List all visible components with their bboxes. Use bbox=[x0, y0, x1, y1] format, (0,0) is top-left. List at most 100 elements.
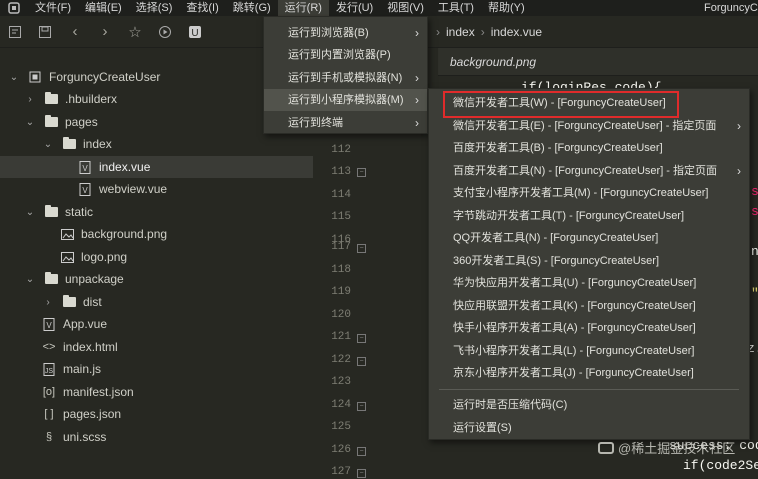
menu-item-label: QQ开发者工具(N) - [ForguncyCreateUser] bbox=[453, 232, 659, 244]
menu-view[interactable]: 视图(V) bbox=[380, 0, 431, 16]
menu-item-run-miniprogram[interactable]: 运行到小程序模拟器(M) › bbox=[264, 89, 427, 111]
miniprogram-submenu: 微信开发者工具(W) - [ForguncyCreateUser] 微信开发者工… bbox=[428, 88, 750, 440]
tree-item-logo-png[interactable]: logo.png bbox=[0, 246, 313, 268]
svg-text:V: V bbox=[46, 321, 52, 330]
tree-item-label: ForguncyCreateUser bbox=[49, 70, 161, 84]
submenu-item-huawei[interactable]: 华为快应用开发者工具(U) - [ForguncyCreateUser] bbox=[429, 272, 749, 294]
menu-select[interactable]: 选择(S) bbox=[129, 0, 180, 16]
menu-item-label: 飞书小程序开发者工具(L) - [ForguncyCreateUser] bbox=[453, 345, 695, 357]
breadcrumb-item-folder[interactable]: index bbox=[446, 25, 475, 39]
submenu-item-run-settings[interactable]: 运行设置(S) bbox=[429, 417, 749, 439]
fold-toggle-icon[interactable]: − bbox=[357, 244, 366, 253]
menu-find[interactable]: 查找(I) bbox=[179, 0, 225, 16]
submenu-item-baidu-page[interactable]: 百度开发者工具(N) - [ForguncyCreateUser] - 指定页面… bbox=[429, 160, 749, 182]
tree-item-label: App.vue bbox=[63, 317, 108, 331]
tree-item-index-html[interactable]: <> index.html bbox=[0, 336, 313, 358]
forward-icon[interactable]: › bbox=[90, 16, 120, 48]
svg-text:V: V bbox=[82, 164, 88, 173]
submenu-item-jd[interactable]: 京东小程序开发者工具(J) - [ForguncyCreateUser] bbox=[429, 362, 749, 384]
tree-item-label: logo.png bbox=[81, 250, 128, 264]
menu-item-label: 运行时是否压缩代码(C) bbox=[453, 399, 568, 411]
tree-item-label: pages bbox=[65, 115, 98, 129]
vue-file-icon: V bbox=[42, 317, 56, 331]
back-icon[interactable]: ‹ bbox=[60, 16, 90, 48]
submenu-item-bytedance[interactable]: 字节跳动开发者工具(T) - [ForguncyCreateUser] bbox=[429, 205, 749, 227]
line-number: 124 bbox=[331, 399, 351, 411]
svg-text:U: U bbox=[191, 28, 198, 39]
menu-item-label: 快应用联盟开发者工具(K) - [ForguncyCreateUser] bbox=[453, 300, 696, 312]
fold-toggle-icon[interactable]: − bbox=[357, 469, 366, 478]
tree-item-index-vue[interactable]: V index.vue bbox=[0, 156, 313, 178]
menu-item-run-phone-emulator[interactable]: 运行到手机或模拟器(N) › bbox=[264, 67, 427, 89]
menu-run[interactable]: 运行(R) bbox=[277, 0, 329, 16]
fold-toggle-icon[interactable]: − bbox=[357, 168, 366, 177]
tree-item-label: .hbuilderx bbox=[65, 92, 118, 106]
window-title: ForguncyCreateUser bbox=[704, 2, 758, 14]
save-icon[interactable] bbox=[30, 16, 60, 48]
menu-edit[interactable]: 编辑(E) bbox=[78, 0, 129, 16]
menu-file[interactable]: 文件(F) bbox=[28, 0, 78, 16]
menu-goto[interactable]: 跳转(G) bbox=[226, 0, 278, 16]
run-play-icon[interactable] bbox=[150, 16, 180, 48]
watermark: @稀土掘金技术社区 bbox=[598, 438, 735, 457]
tree-item-pages-json[interactable]: [ ] pages.json bbox=[0, 403, 313, 425]
tree-item-label: uni.scss bbox=[63, 430, 107, 444]
chevron-right-icon: › bbox=[415, 71, 419, 85]
submenu-item-quickapp[interactable]: 快应用联盟开发者工具(K) - [ForguncyCreateUser] bbox=[429, 295, 749, 317]
submenu-item-wechat-page[interactable]: 微信开发者工具(E) - [ForguncyCreateUser] - 指定页面… bbox=[429, 115, 749, 137]
fold-toggle-icon[interactable]: − bbox=[357, 447, 366, 456]
menu-item-run-terminal[interactable]: 运行到终端 › bbox=[264, 112, 427, 134]
tree-item-webview-vue[interactable]: V webview.vue bbox=[0, 178, 313, 200]
menu-item-run-browser[interactable]: 运行到浏览器(B) › bbox=[264, 22, 427, 44]
tree-item-index-folder[interactable]: ⌄ index bbox=[0, 133, 313, 155]
tree-item-static[interactable]: ⌄ static bbox=[0, 201, 313, 223]
tree-item-manifest-json[interactable]: [o] manifest.json bbox=[0, 381, 313, 403]
chevron-right-icon: › bbox=[28, 93, 32, 105]
fold-toggle-icon[interactable]: − bbox=[357, 357, 366, 366]
submenu-item-feishu[interactable]: 飞书小程序开发者工具(L) - [ForguncyCreateUser] bbox=[429, 340, 749, 362]
submenu-item-360[interactable]: 360开发者工具(S) - [ForguncyCreateUser] bbox=[429, 250, 749, 272]
fold-toggle-icon[interactable]: − bbox=[357, 402, 366, 411]
tree-item-unpackage[interactable]: ⌄ unpackage bbox=[0, 268, 313, 290]
tree-item-label: background.png bbox=[81, 227, 168, 241]
tree-item-background-png[interactable]: background.png bbox=[0, 223, 313, 245]
line-number: 113 bbox=[331, 166, 351, 178]
folder-icon bbox=[62, 137, 76, 151]
uniapp-icon[interactable]: U bbox=[180, 16, 210, 48]
menu-item-label: 运行到小程序模拟器(M) bbox=[288, 94, 404, 106]
app-logo-icon bbox=[0, 0, 28, 16]
vue-file-icon: V bbox=[78, 160, 92, 174]
chevron-down-icon: ⌄ bbox=[43, 138, 53, 150]
breadcrumb-item-file[interactable]: index.vue bbox=[491, 25, 542, 39]
menu-tools[interactable]: 工具(T) bbox=[431, 0, 481, 16]
tree-item-label: manifest.json bbox=[63, 385, 134, 399]
breadcrumb-separator-icon: › bbox=[480, 25, 485, 39]
submenu-item-alipay[interactable]: 支付宝小程序开发者工具(M) - [ForguncyCreateUser] bbox=[429, 182, 749, 204]
fold-toggle-icon[interactable]: − bbox=[357, 334, 366, 343]
menu-item-label: 360开发者工具(S) - [ForguncyCreateUser] bbox=[453, 255, 659, 267]
menu-item-label: 运行设置(S) bbox=[453, 422, 512, 434]
tree-item-uni-scss[interactable]: § uni.scss bbox=[0, 426, 313, 448]
svg-text:JS: JS bbox=[45, 368, 54, 375]
editor-tab-label: background.png bbox=[450, 55, 537, 69]
submenu-item-compress-code[interactable]: 运行时是否压缩代码(C) bbox=[429, 394, 749, 416]
menu-item-label: 京东小程序开发者工具(J) - [ForguncyCreateUser] bbox=[453, 367, 694, 379]
image-file-icon bbox=[60, 227, 74, 241]
tree-item-dist[interactable]: › dist bbox=[0, 291, 313, 313]
tree-item-app-vue[interactable]: V App.vue bbox=[0, 313, 313, 335]
favorite-star-icon[interactable]: ☆ bbox=[120, 16, 150, 48]
tree-item-label: static bbox=[65, 205, 94, 219]
menu-publish[interactable]: 发行(U) bbox=[329, 0, 380, 16]
juejin-logo-icon bbox=[598, 442, 614, 454]
submenu-item-kuaishou[interactable]: 快手小程序开发者工具(A) - [ForguncyCreateUser] bbox=[429, 317, 749, 339]
new-file-icon[interactable] bbox=[0, 16, 30, 48]
menu-help[interactable]: 帮助(Y) bbox=[481, 0, 532, 16]
submenu-item-qq[interactable]: QQ开发者工具(N) - [ForguncyCreateUser] bbox=[429, 227, 749, 249]
menu-item-run-builtin-browser[interactable]: 运行到内置浏览器(P) bbox=[264, 44, 427, 66]
tree-item-main-js[interactable]: JS main.js bbox=[0, 358, 313, 380]
submenu-item-baidu[interactable]: 百度开发者工具(B) - [ForguncyCreateUser] bbox=[429, 137, 749, 159]
line-number: 118 bbox=[331, 264, 351, 276]
line-number: 112 bbox=[331, 144, 351, 156]
menu-item-label: 运行到内置浏览器(P) bbox=[288, 49, 391, 61]
code-fragment: n bbox=[751, 244, 758, 259]
